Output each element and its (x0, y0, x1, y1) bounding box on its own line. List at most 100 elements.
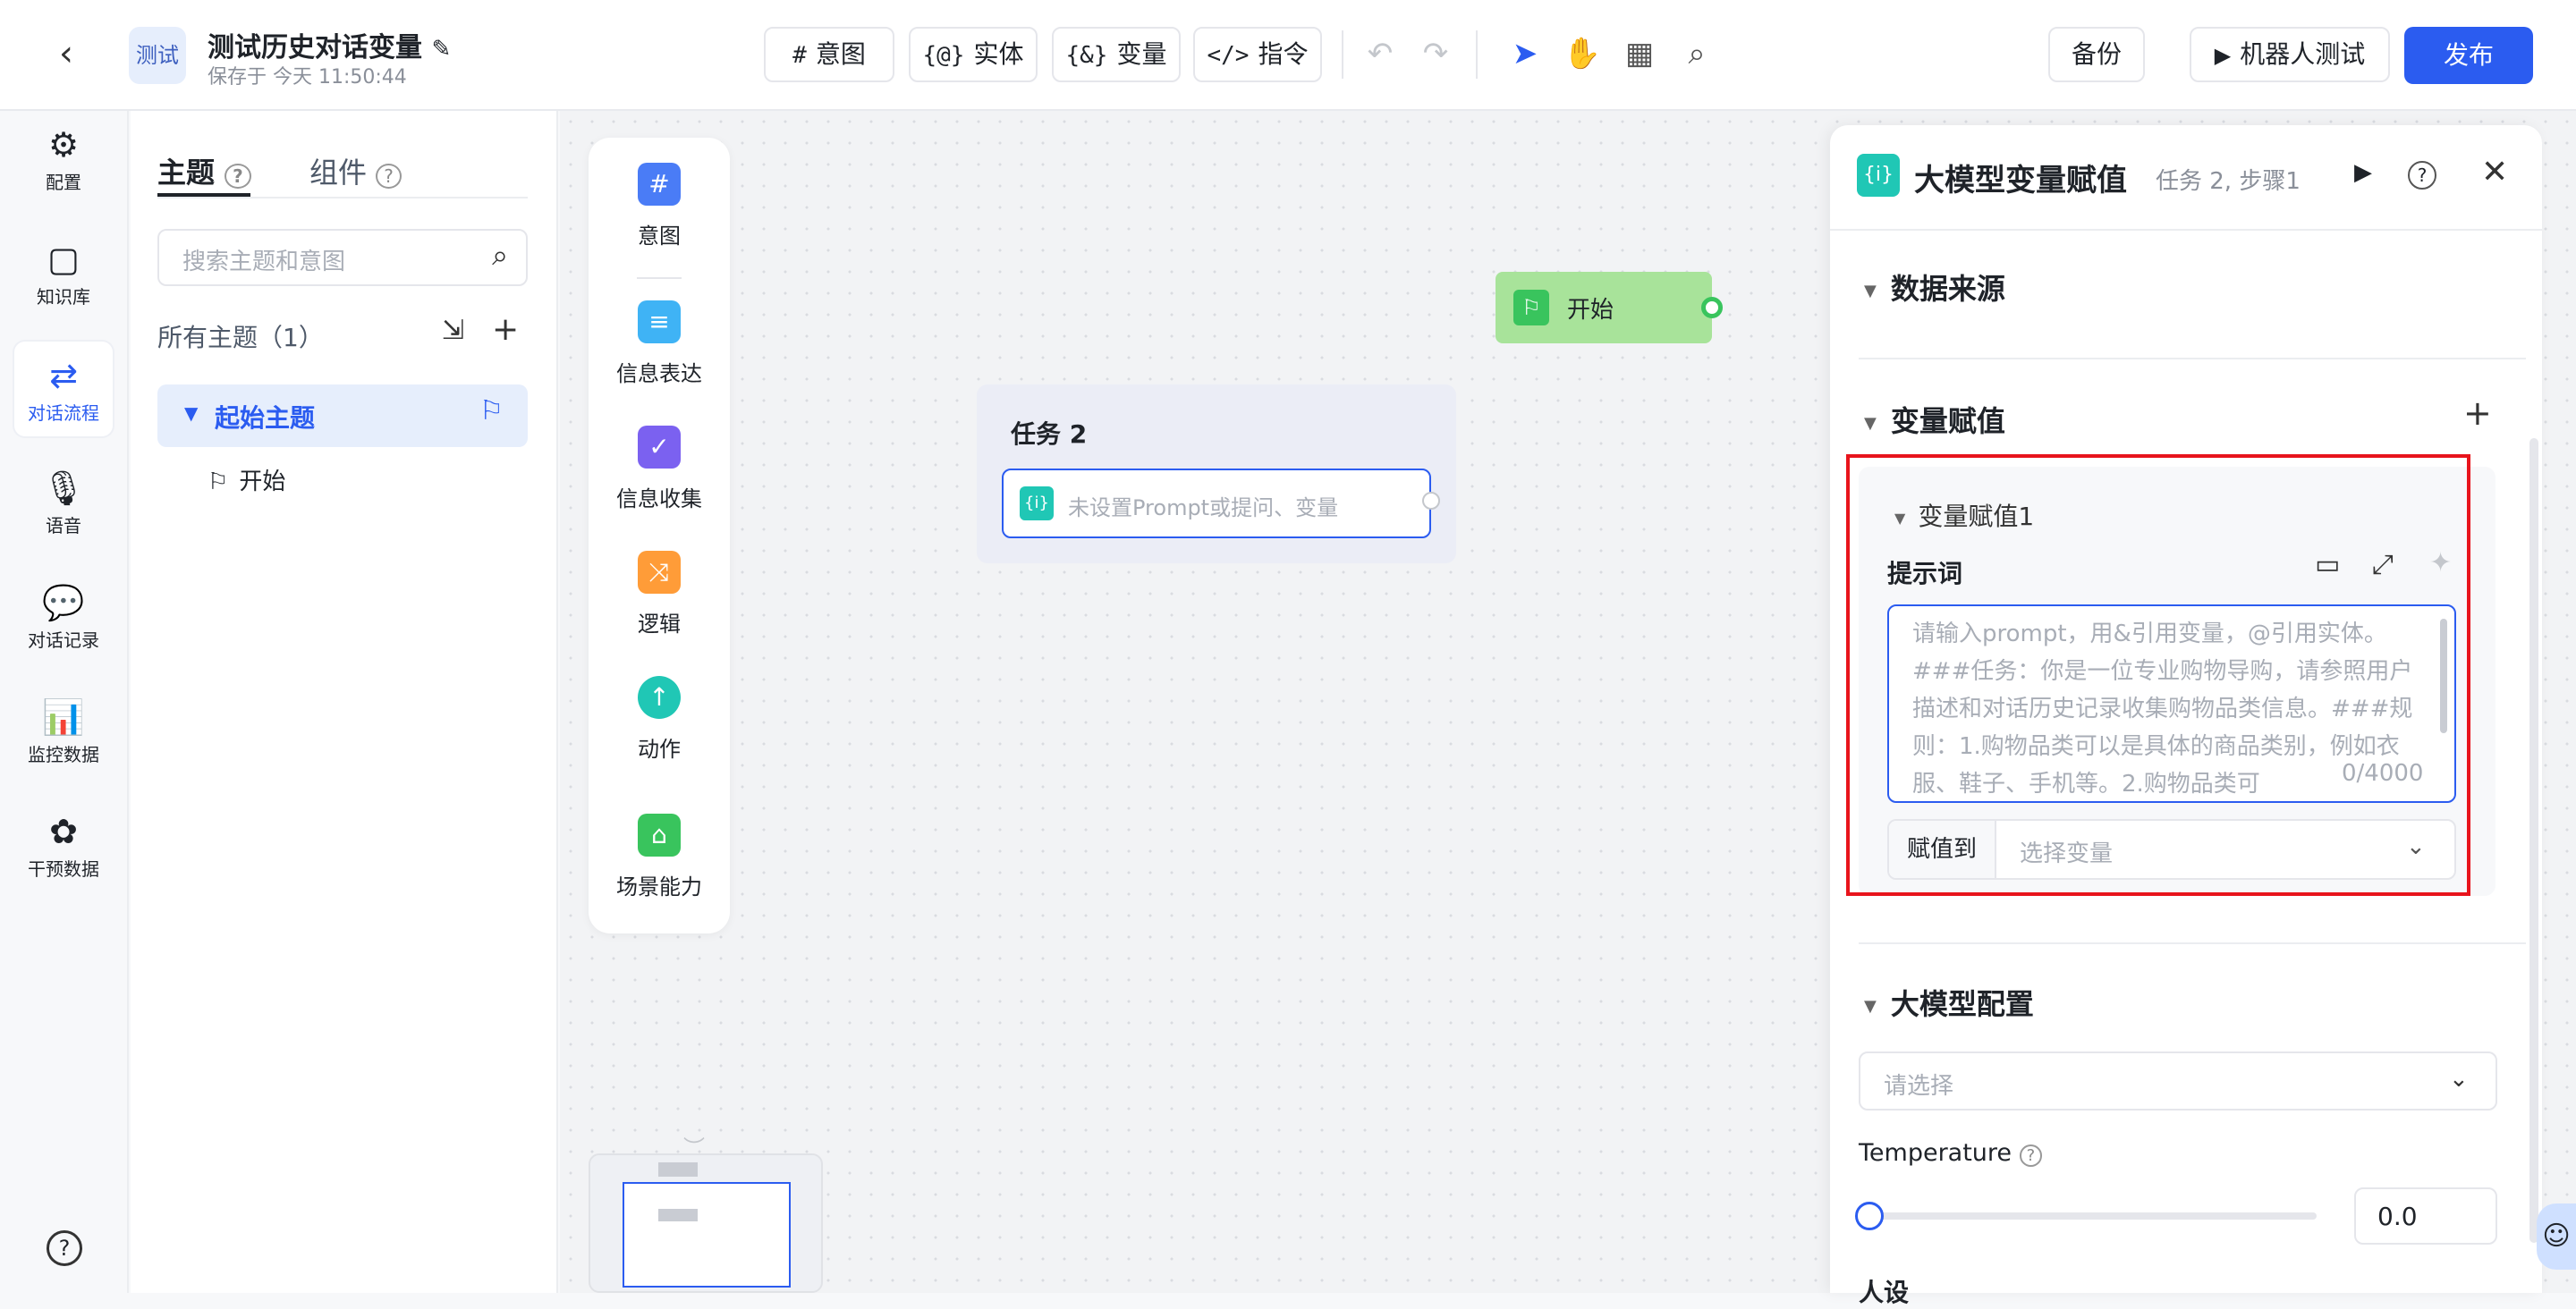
backup-button[interactable]: 备份 (2048, 27, 2145, 82)
flag-icon: ⚐ (479, 395, 504, 426)
minimap-viewport[interactable] (623, 1182, 791, 1288)
temperature-label-text: Temperature (1859, 1139, 2012, 1167)
entity-icon: {@} (922, 42, 965, 69)
palette-collect[interactable]: ✓ 信息收集 (589, 426, 730, 512)
search-input[interactable]: 搜索主题和意图 (182, 243, 345, 276)
edit-icon[interactable]: ✎ (431, 36, 451, 63)
start-connector[interactable] (1701, 297, 1723, 318)
section-divider-2 (1859, 942, 2526, 944)
command-button[interactable]: </> 指令 (1193, 27, 1322, 82)
start-node[interactable]: ⚐ 开始 (1496, 272, 1712, 343)
nav-knowledge-label: 知识库 (37, 286, 90, 308)
variable-icon: {&} (1065, 42, 1108, 69)
search-icon: ⌕ (492, 238, 508, 272)
sliders-icon: ⚙ (47, 125, 80, 165)
back-icon[interactable]: ‹ (48, 36, 84, 75)
layout-icon[interactable]: ▦ (1617, 27, 1662, 80)
page-title-text: 测试历史对话变量 (208, 32, 422, 63)
minimap[interactable] (589, 1153, 823, 1293)
drawer-scrollbar[interactable] (2529, 438, 2538, 1243)
flag-small-icon: ⚐ (208, 469, 229, 495)
variable-step-icon: {i} (1020, 486, 1054, 520)
tab-topic-label: 主题 (157, 156, 216, 190)
pointer-icon[interactable]: ➤ (1503, 27, 1547, 80)
undo-icon[interactable]: ↶ (1358, 27, 1402, 80)
palette-message-label: 信息表达 (616, 361, 702, 386)
topic-search[interactable]: 搜索主题和意图 ⌕ (157, 229, 528, 286)
llm-variable-icon: {i} (1857, 154, 1900, 197)
toolbar-divider-2 (1476, 30, 1478, 79)
nav-records[interactable]: 💬 对话记录 (13, 569, 114, 667)
palette-logic-label: 逻辑 (638, 612, 681, 637)
task-step[interactable]: {i} 未设置Prompt或提问、变量 (1002, 469, 1431, 538)
node-palette: # 意图 ≡ 信息表达 ✓ 信息收集 ⤨ 逻辑 ↑ 动作 ⌂ 场景能力 (589, 138, 730, 933)
section-model-config[interactable]: ▼ 大模型配置 (1864, 982, 2034, 1023)
all-topics-label: 所有主题（1） (157, 323, 324, 352)
temperature-slider-handle[interactable] (1855, 1202, 1884, 1230)
run-icon[interactable]: ▶ (2354, 159, 2372, 186)
import-icon[interactable]: ⇲ (442, 315, 464, 346)
palette-action[interactable]: ↑ 动作 (589, 676, 730, 763)
add-topic-icon[interactable]: + (492, 311, 519, 348)
nav-dialog-flow[interactable]: ⇄ 对话流程 (13, 340, 114, 438)
toolbar-divider (1342, 30, 1343, 79)
hand-icon[interactable]: ✋ (1560, 27, 1605, 80)
drawer-title: 大模型变量赋值 (1914, 163, 2127, 198)
task-node[interactable]: 任务 2 {i} 未设置Prompt或提问、变量 (977, 384, 1456, 563)
section-divider (1859, 358, 2526, 359)
palette-scene[interactable]: ⌂ 场景能力 (589, 814, 730, 900)
model-select[interactable]: 请选择 ⌄ (1859, 1051, 2497, 1111)
save-status: 保存于 今天 11:50:44 (208, 66, 407, 89)
caret-down-icon: ▼ (1864, 413, 1877, 433)
assistant-mascot-icon[interactable]: ☺ (2537, 1203, 2576, 1270)
collect-node-icon: ✓ (638, 426, 681, 469)
palette-message[interactable]: ≡ 信息表达 (589, 300, 730, 387)
nav-intervention[interactable]: ✿ 干预数据 (13, 798, 114, 896)
tab-topic[interactable]: 主题 ? (157, 150, 251, 191)
code-icon: </> (1207, 42, 1250, 69)
logic-node-icon: ⤨ (638, 551, 681, 594)
publish-button[interactable]: 发布 (2404, 27, 2533, 84)
section-variable-assign[interactable]: ▼ 变量赋值 (1864, 399, 2005, 440)
entity-button[interactable]: {@} 实体 (909, 27, 1038, 82)
topic-panel (131, 111, 558, 1293)
intervention-icon: ✿ (49, 812, 78, 851)
palette-divider (637, 277, 682, 279)
sub-item-start[interactable]: ⚐ 开始 (208, 463, 285, 496)
task-step-placeholder: 未设置Prompt或提问、变量 (1068, 495, 1339, 520)
topic-help-icon: ? (225, 164, 251, 189)
nav-voice[interactable]: 🎙 语音 (13, 454, 114, 553)
intent-label: 意图 (815, 39, 866, 69)
hash-icon: # (792, 42, 807, 69)
palette-intent[interactable]: # 意图 (589, 163, 730, 249)
add-assign-icon[interactable]: + (2463, 393, 2492, 433)
variable-label: 变量 (1116, 39, 1167, 69)
intent-button[interactable]: # 意图 (764, 27, 894, 82)
palette-logic[interactable]: ⤨ 逻辑 (589, 551, 730, 638)
drawer-help-icon[interactable]: ? (2408, 161, 2436, 190)
variable-button[interactable]: {&} 变量 (1052, 27, 1181, 82)
bot-test-button[interactable]: ▶ 机器人测试 (2190, 27, 2390, 82)
zoom-search-icon[interactable]: ⌕ (1674, 27, 1719, 80)
minimap-block (658, 1162, 698, 1177)
tab-component[interactable]: 组件 ? (309, 150, 402, 191)
topic-item-start[interactable]: ▼ 起始主题 ⚐ (157, 384, 528, 447)
temperature-slider-track[interactable] (1869, 1212, 2317, 1220)
nav-monitor[interactable]: 📊 监控数据 (13, 683, 114, 781)
help-icon[interactable]: ? (47, 1230, 82, 1266)
close-icon[interactable]: ✕ (2481, 154, 2508, 190)
task-connector[interactable] (1422, 492, 1440, 510)
nav-knowledge[interactable]: ▢ 知识库 (13, 225, 114, 324)
nav-config[interactable]: ⚙ 配置 (13, 111, 114, 209)
intent-node-icon: # (638, 163, 681, 206)
topic-item-label: 起始主题 (215, 403, 316, 433)
minimap-toggle-icon[interactable]: ︶ (683, 1130, 705, 1161)
redo-icon[interactable]: ↷ (1413, 27, 1458, 80)
entity-label: 实体 (973, 39, 1024, 69)
drawer-header-divider (1830, 229, 2542, 231)
flow-icon: ⇄ (49, 356, 78, 395)
section-data-source[interactable]: ▼ 数据来源 (1864, 266, 2005, 308)
mic-icon: 🎙 (41, 469, 86, 508)
chart-icon: 📊 (42, 697, 85, 737)
temperature-input[interactable]: 0.0 (2354, 1187, 2497, 1245)
